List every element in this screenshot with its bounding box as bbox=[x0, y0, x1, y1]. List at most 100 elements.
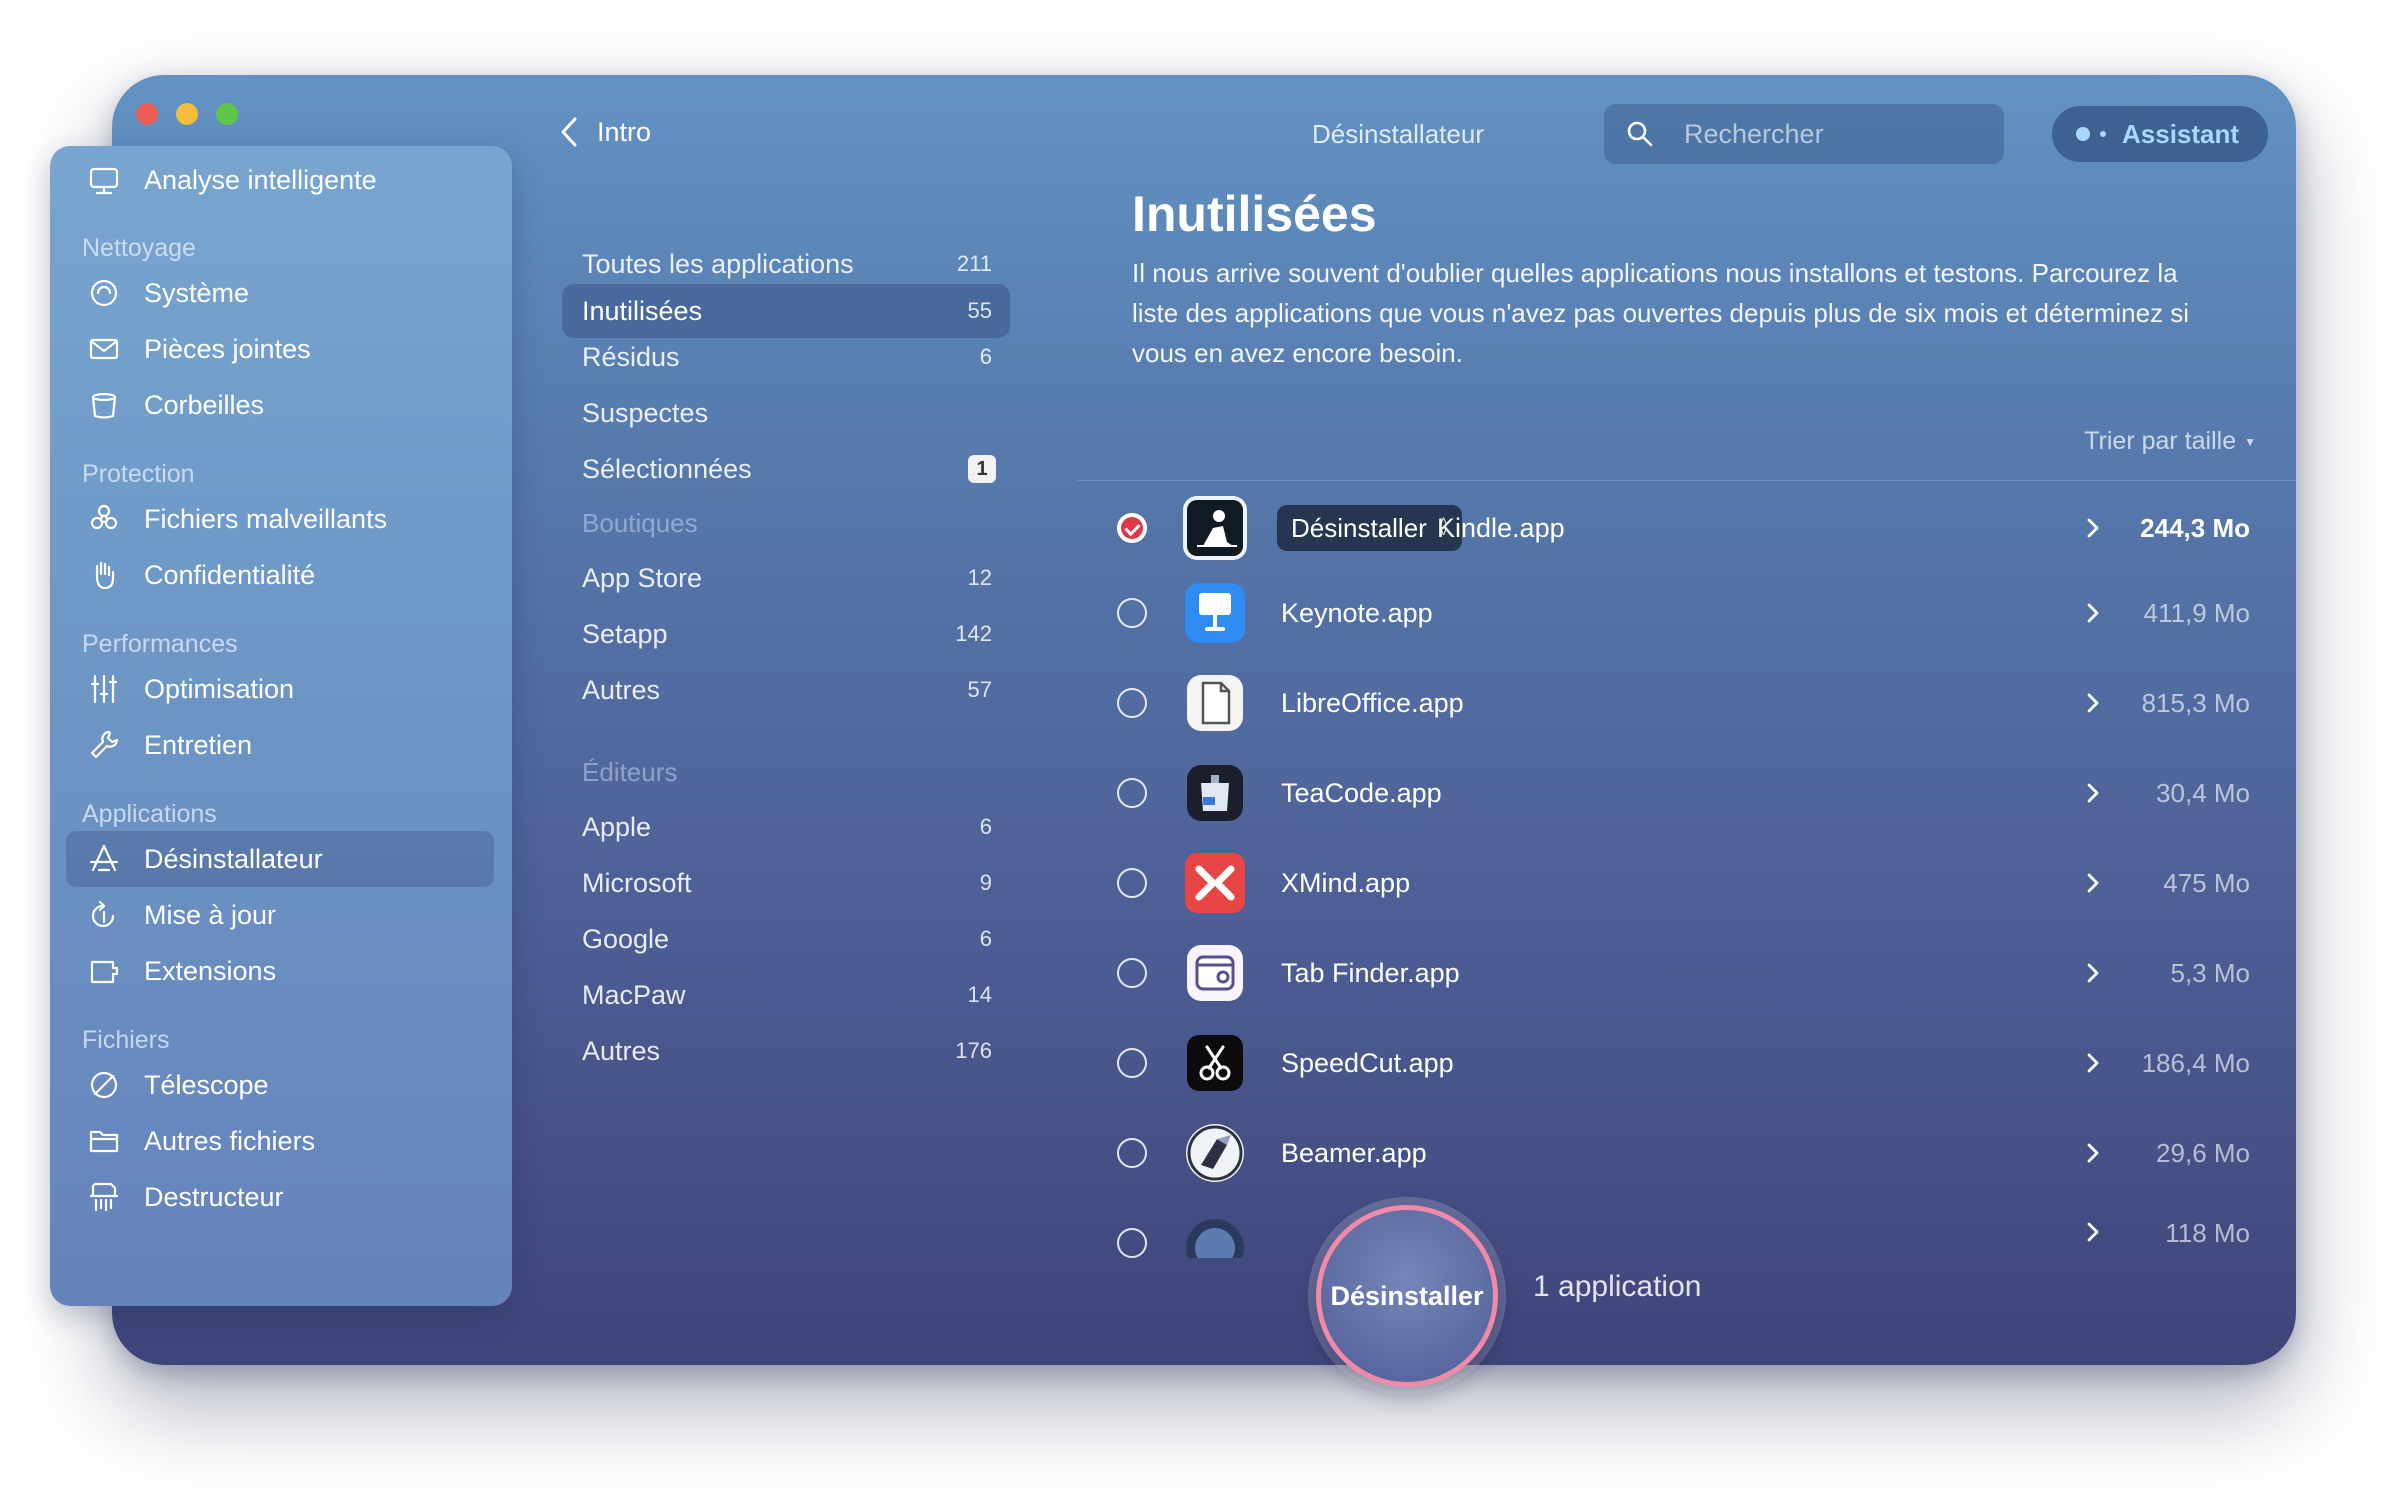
category-all-apps[interactable]: Toutes les applications 211 bbox=[562, 237, 1010, 291]
sidebar-item-uninstaller[interactable]: Désinstallateur bbox=[66, 831, 494, 887]
trash-icon bbox=[84, 385, 124, 425]
sidebar-item-maintenance[interactable]: Entretien bbox=[66, 717, 494, 773]
apps-icon bbox=[84, 839, 124, 879]
assistant-dot-small-icon bbox=[2100, 131, 2106, 137]
back-button[interactable]: Intro bbox=[557, 115, 651, 149]
sidebar-item-shredder[interactable]: Destructeur bbox=[66, 1169, 494, 1225]
sidebar-item-updater[interactable]: Mise à jour bbox=[66, 887, 494, 943]
chevron-right-icon[interactable] bbox=[2085, 1141, 2101, 1165]
sidebar-item-label: Fichiers malveillants bbox=[144, 503, 388, 534]
sidebar-item-privacy[interactable]: Confidentialité bbox=[66, 547, 494, 603]
category-label: Microsoft bbox=[582, 867, 692, 898]
app-row-partial[interactable]: 118 Mo bbox=[1077, 1198, 2296, 1258]
sidebar-item-extensions[interactable]: Extensions bbox=[66, 943, 494, 999]
sidebar-section-title: Performances bbox=[82, 630, 238, 658]
biohazard-icon bbox=[84, 499, 124, 539]
zoom-window-button[interactable] bbox=[216, 103, 238, 125]
category-label: Suspectes bbox=[582, 397, 709, 428]
category-google[interactable]: Google 6 bbox=[562, 912, 1010, 966]
wrench-icon bbox=[84, 725, 124, 765]
chevron-right-icon[interactable] bbox=[2085, 961, 2101, 985]
app-checkbox[interactable] bbox=[1117, 598, 1147, 628]
sidebar-item-label: Entretien bbox=[144, 729, 253, 760]
uninstall-menu-button[interactable]: Désinstaller ˄ ˅ bbox=[1277, 505, 1463, 551]
category-count: 6 bbox=[979, 814, 992, 839]
app-checkbox[interactable] bbox=[1117, 778, 1147, 808]
chevron-right-icon[interactable] bbox=[2085, 1220, 2101, 1244]
app-row-kindle[interactable]: Désinstaller ˄ ˅ Kindle.app 244,3 Mo bbox=[1077, 483, 2296, 573]
sidebar-item-optimization[interactable]: Optimisation bbox=[66, 661, 494, 717]
app-name: Tab Finder.app bbox=[1281, 957, 1460, 988]
app-row-keynote[interactable]: Keynote.app 411,9 Mo bbox=[1077, 568, 2296, 658]
telescope-icon bbox=[84, 1065, 124, 1105]
sidebar-item-trash[interactable]: Corbeilles bbox=[66, 377, 494, 433]
shredder-icon bbox=[84, 1177, 124, 1217]
app-checkbox[interactable] bbox=[1117, 513, 1147, 543]
sidebar-item-other-files[interactable]: Autres fichiers bbox=[66, 1113, 494, 1169]
category-suspicious[interactable]: Suspectes bbox=[562, 386, 1010, 440]
uninstall-button[interactable]: Désinstaller bbox=[1316, 1205, 1498, 1387]
sidebar-item-label: Corbeilles bbox=[144, 389, 265, 420]
category-microsoft[interactable]: Microsoft 9 bbox=[562, 856, 1010, 910]
close-window-button[interactable] bbox=[136, 103, 158, 125]
sidebar-item-label: Optimisation bbox=[144, 673, 295, 704]
sidebar-section-title: Protection bbox=[82, 460, 195, 488]
vendors-heading: Éditeurs bbox=[582, 757, 678, 787]
app-row-libreoffice[interactable]: LibreOffice.app 815,3 Mo bbox=[1077, 658, 2296, 748]
minimize-window-button[interactable] bbox=[176, 103, 198, 125]
app-row-beamer[interactable]: Beamer.app 29,6 Mo bbox=[1077, 1108, 2296, 1198]
app-checkbox[interactable] bbox=[1117, 868, 1147, 898]
category-app-store[interactable]: App Store 12 bbox=[562, 551, 1010, 605]
app-row-tabfinder[interactable]: Tab Finder.app 5,3 Mo bbox=[1077, 928, 2296, 1018]
selected-count-badge: 1 bbox=[968, 455, 996, 483]
back-label: Intro bbox=[597, 116, 652, 147]
app-checkbox[interactable] bbox=[1117, 1138, 1147, 1168]
app-row-teacode[interactable]: TeaCode.app 30,4 Mo bbox=[1077, 748, 2296, 838]
chevron-right-icon[interactable] bbox=[2085, 516, 2101, 540]
category-setapp[interactable]: Setapp 142 bbox=[562, 607, 1010, 661]
app-size: 244,3 Mo bbox=[2140, 512, 2250, 543]
sidebar-item-space-lens[interactable]: Télescope bbox=[66, 1057, 494, 1113]
category-label: Autres bbox=[582, 674, 661, 705]
search-field[interactable]: Rechercher bbox=[1604, 104, 2004, 164]
category-apple[interactable]: Apple 6 bbox=[562, 800, 1010, 854]
chevron-right-icon[interactable] bbox=[2085, 781, 2101, 805]
sidebar-section-title: Applications bbox=[82, 800, 217, 828]
app-checkbox[interactable] bbox=[1117, 688, 1147, 718]
assistant-button[interactable]: Assistant bbox=[2052, 106, 2268, 162]
category-count: 176 bbox=[955, 1038, 992, 1063]
selection-count: 1 application bbox=[1533, 1270, 1702, 1303]
app-checkbox[interactable] bbox=[1117, 1048, 1147, 1078]
category-other-vendors[interactable]: Autres 176 bbox=[562, 1024, 1010, 1078]
category-other-stores[interactable]: Autres 57 bbox=[562, 663, 1010, 717]
chevron-right-icon[interactable] bbox=[2085, 601, 2101, 625]
category-selected[interactable]: Sélectionnées 1 bbox=[562, 442, 1010, 496]
category-label: App Store bbox=[582, 562, 703, 593]
category-count: 6 bbox=[979, 344, 992, 369]
search-placeholder: Rechercher bbox=[1684, 118, 1824, 149]
sidebar-item-system[interactable]: Système bbox=[66, 265, 494, 321]
sidebar-item-attachments[interactable]: Pièces jointes bbox=[66, 321, 494, 377]
assistant-dot-icon bbox=[2076, 127, 2090, 141]
page-title: Inutilisées bbox=[1132, 186, 1377, 242]
category-leftovers[interactable]: Résidus 6 bbox=[562, 330, 1010, 384]
app-size: 475 Mo bbox=[2163, 867, 2250, 898]
app-row-speedcut[interactable]: SpeedCut.app 186,4 Mo bbox=[1077, 1018, 2296, 1108]
search-icon bbox=[1627, 121, 1653, 147]
category-label: Autres bbox=[582, 1035, 661, 1066]
app-checkbox[interactable] bbox=[1117, 1228, 1147, 1258]
assistant-label: Assistant bbox=[2122, 118, 2240, 149]
chevron-right-icon[interactable] bbox=[2085, 1051, 2101, 1075]
sidebar-item-label: Confidentialité bbox=[144, 559, 316, 590]
xmind-icon bbox=[1183, 851, 1247, 915]
list-divider bbox=[1077, 480, 2296, 481]
app-checkbox[interactable] bbox=[1117, 958, 1147, 988]
sidebar-item-malware[interactable]: Fichiers malveillants bbox=[66, 491, 494, 547]
category-macpaw[interactable]: MacPaw 14 bbox=[562, 968, 1010, 1022]
app-size: 5,3 Mo bbox=[2170, 957, 2251, 988]
sidebar-item-smart-scan[interactable]: Analyse intelligente bbox=[66, 152, 494, 208]
app-row-xmind[interactable]: XMind.app 475 Mo bbox=[1077, 838, 2296, 928]
chevron-right-icon[interactable] bbox=[2085, 871, 2101, 895]
sort-dropdown[interactable]: Trier par taille ▼ bbox=[2084, 427, 2256, 456]
chevron-right-icon[interactable] bbox=[2085, 691, 2101, 715]
